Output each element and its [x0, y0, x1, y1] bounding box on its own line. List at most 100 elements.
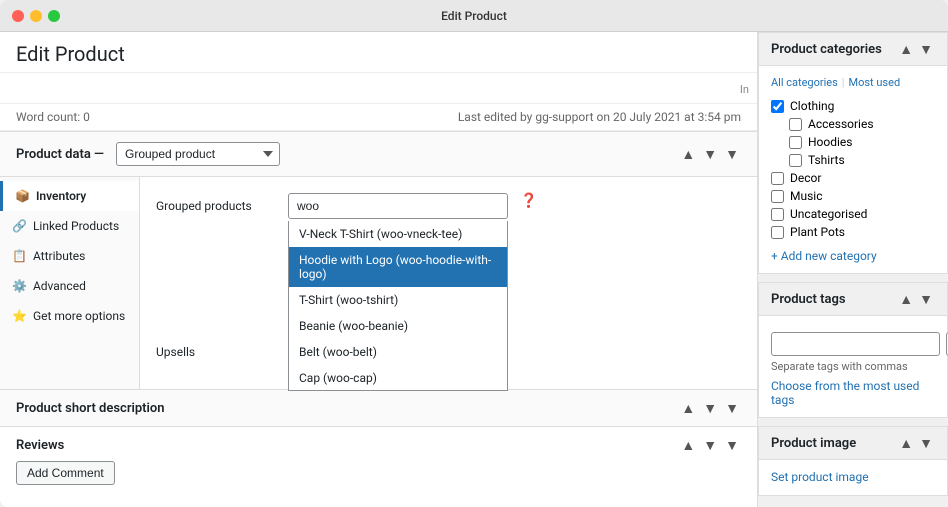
word-count-bar: Word count: 0 Last edited by gg-support …: [0, 103, 757, 131]
category-decor-checkbox[interactable]: [771, 172, 784, 185]
collapse-down-btn[interactable]: ▼: [701, 146, 719, 162]
product-image-widget: Product image ▲ ▼ Set product image: [758, 426, 948, 496]
tab-inventory[interactable]: 📦 Inventory: [0, 181, 139, 211]
reviews-down-btn[interactable]: ▼: [701, 437, 719, 453]
tab-get-more-options[interactable]: ⭐ Get more options: [0, 301, 139, 331]
category-tshirts-checkbox[interactable]: [789, 154, 802, 167]
page-header: Edit Product: [0, 32, 757, 73]
word-count: Word count: 0: [16, 110, 90, 124]
close-button[interactable]: [12, 10, 24, 22]
categories-down-btn[interactable]: ▼: [917, 41, 935, 57]
category-music-checkbox[interactable]: [771, 190, 784, 203]
tags-up-btn[interactable]: ▲: [897, 291, 915, 307]
category-hoodies-checkbox[interactable]: [789, 136, 802, 149]
category-decor-label: Decor: [790, 171, 821, 185]
short-desc-toggle-btn[interactable]: ▼: [723, 400, 741, 416]
grouped-products-search[interactable]: [288, 193, 508, 219]
choose-tags-link[interactable]: Choose from the most used tags: [771, 379, 935, 407]
tab-linked-products-label: Linked Products: [33, 219, 119, 233]
set-product-image-link[interactable]: Set product image: [771, 470, 869, 484]
category-uncategorised: Uncategorised: [771, 205, 935, 223]
categories-widget: Product categories ▲ ▼ All categories | …: [758, 32, 948, 274]
tags-widget-body: Add Separate tags with commas Choose fro…: [759, 316, 947, 417]
category-uncategorised-label: Uncategorised: [790, 207, 867, 221]
category-uncategorised-checkbox[interactable]: [771, 208, 784, 221]
category-clothing-checkbox[interactable]: [771, 100, 784, 113]
add-new-category-link[interactable]: + Add new category: [771, 249, 935, 263]
tags-input[interactable]: [771, 332, 940, 356]
grouped-products-help[interactable]: ❓: [520, 193, 537, 209]
inventory-icon: 📦: [15, 189, 30, 203]
product-image-widget-body: Set product image: [759, 460, 947, 495]
category-clothing-label: Clothing: [790, 99, 834, 113]
categories-title: Product categories: [771, 42, 882, 57]
tab-advanced[interactable]: ⚙️ Advanced: [0, 271, 139, 301]
categories-widget-header: Product categories ▲ ▼: [759, 33, 947, 66]
upsells-label: Upsells: [156, 339, 276, 359]
dropdown-item-vneck[interactable]: V-Neck T-Shirt (woo-vneck-tee): [289, 221, 507, 247]
page-title: Edit Product: [16, 42, 741, 66]
data-tabs: 📦 Inventory 🔗 Linked Products 📋 Attribut…: [0, 177, 140, 389]
add-comment-button[interactable]: Add Comment: [16, 461, 115, 485]
tab-attributes-label: Attributes: [33, 249, 85, 263]
minimize-button[interactable]: [30, 10, 42, 22]
grouped-products-container: V-Neck T-Shirt (woo-vneck-tee) Hoodie wi…: [288, 193, 508, 219]
short-description-section: Product short description ▲ ▼ ▼: [0, 389, 757, 426]
short-desc-up-btn[interactable]: ▲: [679, 400, 697, 416]
tags-down-btn[interactable]: ▼: [917, 291, 935, 307]
product-data-body: 📦 Inventory 🔗 Linked Products 📋 Attribut…: [0, 177, 757, 389]
product-image-down-btn[interactable]: ▼: [917, 435, 935, 451]
tags-widget-header: Product tags ▲ ▼: [759, 283, 947, 316]
tab-linked-products[interactable]: 🔗 Linked Products: [0, 211, 139, 241]
categories-nav: All categories | Most used: [771, 76, 935, 89]
dropdown-item-tshirt[interactable]: T-Shirt (woo-tshirt): [289, 287, 507, 313]
most-used-link[interactable]: Most used: [848, 76, 900, 89]
titlebar-title: Edit Product: [441, 9, 507, 23]
maximize-button[interactable]: [48, 10, 60, 22]
product-image-widget-header: Product image ▲ ▼: [759, 427, 947, 460]
category-music: Music: [771, 187, 935, 205]
category-tshirts-label: Tshirts: [808, 153, 845, 167]
all-categories-link[interactable]: All categories: [771, 76, 838, 89]
category-accessories-checkbox[interactable]: [789, 118, 802, 131]
categories-up-btn[interactable]: ▲: [897, 41, 915, 57]
collapse-toggle-btn[interactable]: ▼: [723, 146, 741, 162]
tab-advanced-label: Advanced: [33, 279, 86, 293]
tab-inventory-label: Inventory: [36, 189, 86, 203]
reviews-up-btn[interactable]: ▲: [679, 437, 697, 453]
reviews-section: Reviews ▲ ▼ ▼ Add Comment: [0, 426, 757, 495]
content-area[interactable]: In: [0, 73, 757, 103]
categories-arrows: ▲ ▼: [897, 41, 935, 57]
reviews-toggle-btn[interactable]: ▼: [723, 437, 741, 453]
product-data-header: Product data — Grouped product Simple pr…: [0, 131, 757, 177]
in-indicator: In: [740, 83, 749, 96]
dropdown-item-hoodie-logo[interactable]: Hoodie with Logo (woo-hoodie-with-logo): [289, 247, 507, 287]
product-data-label: Product data —: [16, 147, 104, 162]
dropdown-item-belt[interactable]: Belt (woo-belt): [289, 339, 507, 365]
linked-products-icon: 🔗: [12, 219, 27, 233]
grouped-products-row: Grouped products V-Neck T-Shirt (woo-vne…: [156, 193, 741, 219]
grouped-products-dropdown: V-Neck T-Shirt (woo-vneck-tee) Hoodie wi…: [288, 221, 508, 391]
tab-attributes[interactable]: 📋 Attributes: [0, 241, 139, 271]
product-data-section: Product data — Grouped product Simple pr…: [0, 131, 757, 389]
titlebar: Edit Product: [0, 0, 948, 32]
attributes-icon: 📋: [12, 249, 27, 263]
dropdown-item-cap[interactable]: Cap (woo-cap): [289, 365, 507, 391]
product-image-up-btn[interactable]: ▲: [897, 435, 915, 451]
category-plant-pots-label: Plant Pots: [790, 225, 845, 239]
dropdown-item-beanie[interactable]: Beanie (woo-beanie): [289, 313, 507, 339]
last-edited: Last edited by gg-support on 20 July 202…: [458, 110, 741, 124]
category-plant-pots-checkbox[interactable]: [771, 226, 784, 239]
collapse-up-btn[interactable]: ▲: [679, 146, 697, 162]
category-music-label: Music: [790, 189, 822, 203]
window: Edit Product Edit Product In Word count:…: [0, 0, 948, 507]
category-accessories-label: Accessories: [808, 117, 874, 131]
section-arrows: ▲ ▼ ▼: [679, 146, 741, 162]
category-clothing: Clothing: [771, 97, 935, 115]
traffic-lights: [12, 10, 60, 22]
product-type-select[interactable]: Grouped product Simple product External/…: [116, 142, 280, 166]
reviews-arrows: ▲ ▼ ▼: [679, 437, 741, 453]
tags-widget: Product tags ▲ ▼ Add Separate tags with …: [758, 282, 948, 418]
category-hoodies: Hoodies: [771, 133, 935, 151]
short-desc-down-btn[interactable]: ▼: [701, 400, 719, 416]
